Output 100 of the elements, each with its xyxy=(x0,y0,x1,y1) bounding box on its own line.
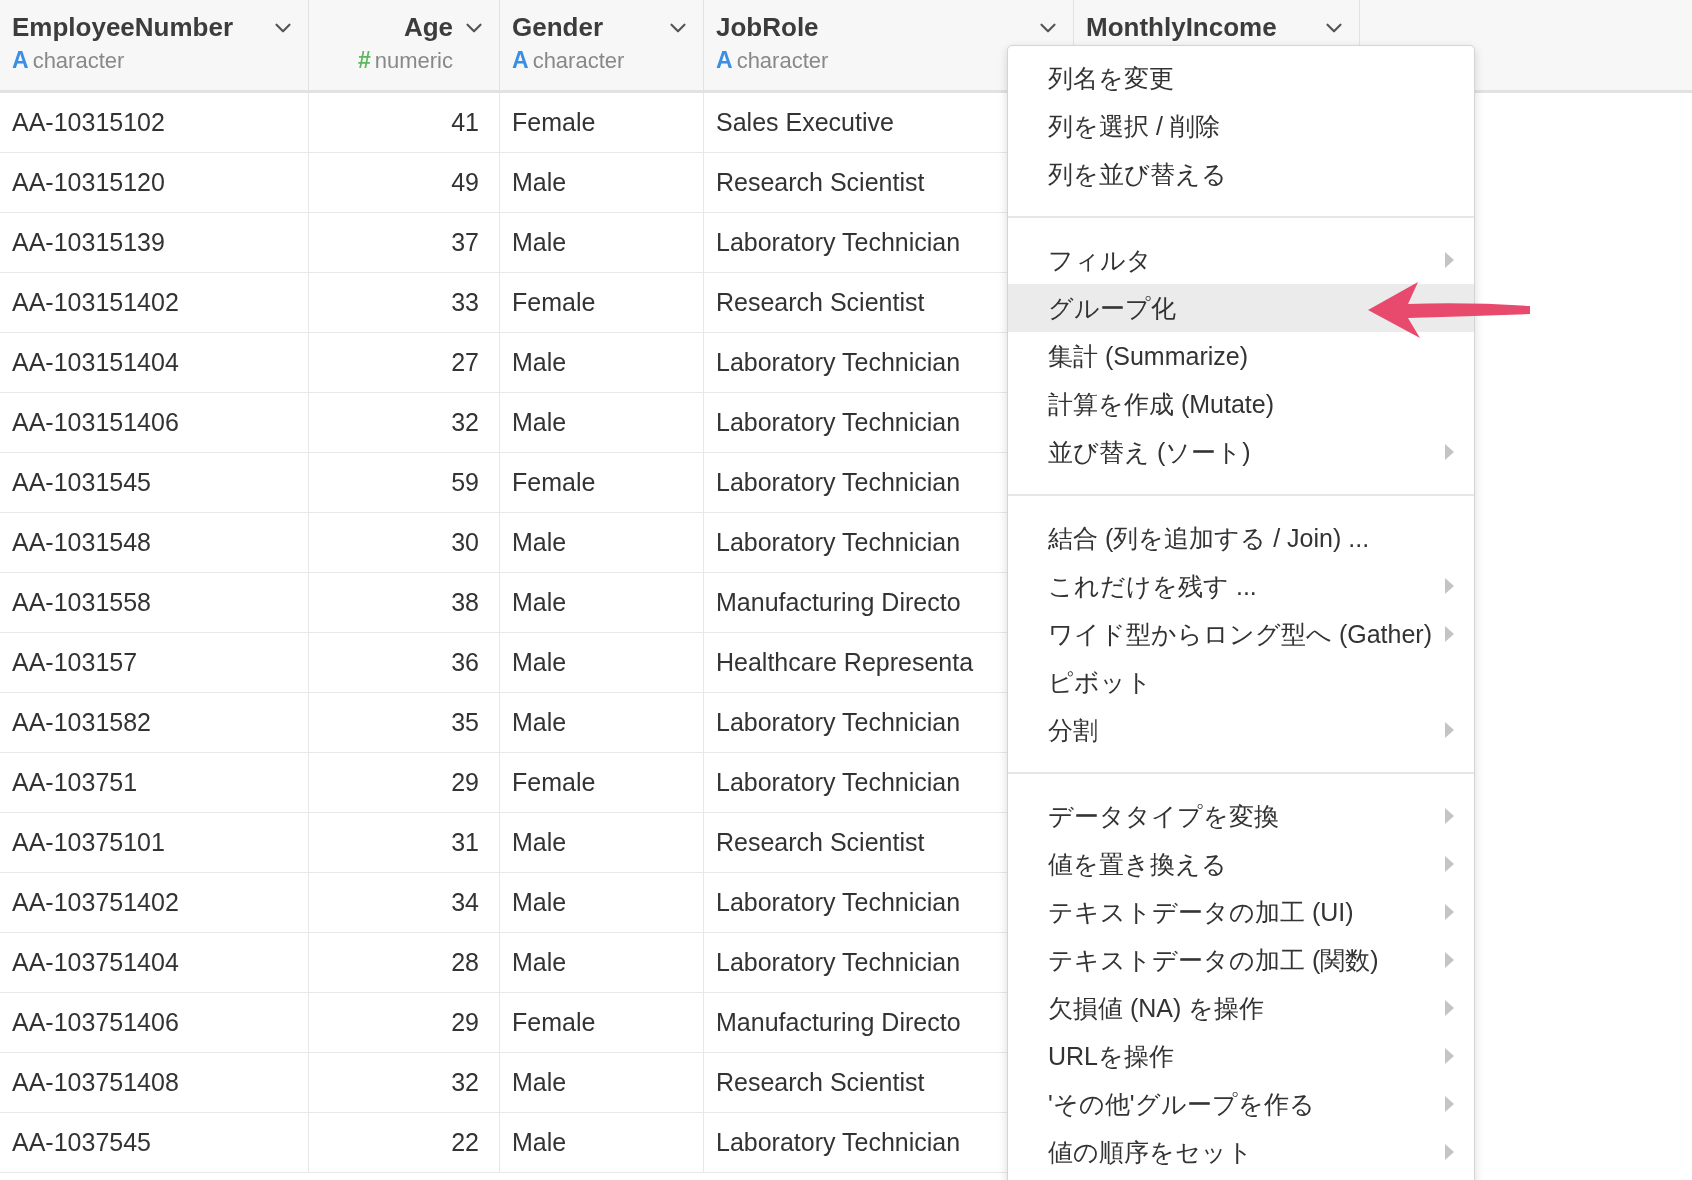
table-cell: AA-10315102 xyxy=(0,93,309,153)
table-cell: Male xyxy=(500,813,704,873)
submenu-arrow-icon xyxy=(1445,1096,1454,1112)
table-cell: Male xyxy=(500,393,704,453)
submenu-arrow-icon xyxy=(1445,1144,1454,1160)
table-cell: AA-1037545 xyxy=(0,1113,309,1173)
table-cell: Male xyxy=(500,573,704,633)
table-cell: 31 xyxy=(309,813,500,873)
table-cell: 41 xyxy=(309,93,500,153)
table-cell: 22 xyxy=(309,1113,500,1173)
table-cell: Male xyxy=(500,933,704,993)
menu-item[interactable]: 列を並び替える xyxy=(1008,150,1474,198)
table-cell: 33 xyxy=(309,273,500,333)
menu-item[interactable]: フィルタ xyxy=(1008,236,1474,284)
table-cell: 36 xyxy=(309,633,500,693)
column-type: character xyxy=(532,48,625,74)
table-cell: 37 xyxy=(309,213,500,273)
table-cell: 29 xyxy=(309,753,500,813)
table-cell: Male xyxy=(500,873,704,933)
table-cell: AA-103751404 xyxy=(0,933,309,993)
column-header[interactable]: Gender xyxy=(512,12,657,43)
menu-item[interactable]: これだけを残す ... xyxy=(1008,562,1474,610)
table-cell: 29 xyxy=(309,993,500,1053)
table-cell: Male xyxy=(500,693,704,753)
table-cell: 27 xyxy=(309,333,500,393)
table-cell: Female xyxy=(500,453,704,513)
table-cell: AA-1031548 xyxy=(0,513,309,573)
column-header[interactable]: JobRole xyxy=(716,12,1027,43)
table-cell: AA-103151402 xyxy=(0,273,309,333)
table-cell: 30 xyxy=(309,513,500,573)
table-cell: AA-1031558 xyxy=(0,573,309,633)
table-cell: 34 xyxy=(309,873,500,933)
table-cell: 28 xyxy=(309,933,500,993)
type-icon: A xyxy=(12,47,29,74)
table-cell: AA-103151404 xyxy=(0,333,309,393)
table-cell: AA-103751402 xyxy=(0,873,309,933)
type-icon: A xyxy=(716,47,733,74)
table-cell: Male xyxy=(500,213,704,273)
column-type: numeric xyxy=(374,48,453,74)
column-type: character xyxy=(32,48,125,74)
submenu-arrow-icon xyxy=(1445,444,1454,460)
menu-item[interactable]: 並び替え (ソート) xyxy=(1008,428,1474,476)
menu-item[interactable]: テキストデータの加工 (UI) xyxy=(1008,888,1474,936)
menu-item[interactable]: 'その他'グループを作る xyxy=(1008,1080,1474,1128)
column-header[interactable]: MonthlyIncome xyxy=(1086,12,1313,43)
menu-item[interactable]: 計算を作成 (Mutate) xyxy=(1008,380,1474,428)
menu-item[interactable]: ピボット xyxy=(1008,658,1474,706)
submenu-arrow-icon xyxy=(1445,904,1454,920)
table-cell: Female xyxy=(500,993,704,1053)
submenu-arrow-icon xyxy=(1445,578,1454,594)
table-cell: Male xyxy=(500,153,704,213)
table-cell: AA-10315139 xyxy=(0,213,309,273)
menu-item[interactable]: 集計 (Summarize) xyxy=(1008,332,1474,380)
column-header[interactable]: EmployeeNumber xyxy=(12,12,262,43)
table-cell: AA-1031582 xyxy=(0,693,309,753)
table-cell: AA-103151406 xyxy=(0,393,309,453)
menu-item[interactable]: グループ化 xyxy=(1008,284,1474,332)
submenu-arrow-icon xyxy=(1445,856,1454,872)
table-cell: AA-103157 xyxy=(0,633,309,693)
table-cell: 35 xyxy=(309,693,500,753)
submenu-arrow-icon xyxy=(1445,952,1454,968)
table-cell: Male xyxy=(500,1053,704,1113)
menu-item[interactable]: 列名を変更 xyxy=(1008,54,1474,102)
submenu-arrow-icon xyxy=(1445,1000,1454,1016)
table-cell: Male xyxy=(500,333,704,393)
menu-item[interactable]: 値を置き換える xyxy=(1008,840,1474,888)
menu-item[interactable]: ワイド型からロング型へ (Gather) xyxy=(1008,610,1474,658)
table-cell: Female xyxy=(500,273,704,333)
menu-item[interactable]: 分割 xyxy=(1008,706,1474,754)
table-cell: AA-103751 xyxy=(0,753,309,813)
column-type: character xyxy=(736,48,829,74)
table-cell: 32 xyxy=(309,393,500,453)
submenu-arrow-icon xyxy=(1445,1048,1454,1064)
submenu-arrow-icon xyxy=(1445,808,1454,824)
menu-item[interactable]: 列を選択 / 削除 xyxy=(1008,102,1474,150)
table-cell: 49 xyxy=(309,153,500,213)
type-icon: # xyxy=(357,47,371,74)
table-cell: Male xyxy=(500,1113,704,1173)
table-cell: AA-10315120 xyxy=(0,153,309,213)
menu-item[interactable]: 結合 (列を追加する / Join) ... xyxy=(1008,514,1474,562)
menu-item[interactable]: 値の順序をセット xyxy=(1008,1128,1474,1176)
submenu-arrow-icon xyxy=(1445,252,1454,268)
type-icon: A xyxy=(512,47,529,74)
table-cell: AA-103751408 xyxy=(0,1053,309,1113)
table-cell: AA-10375101 xyxy=(0,813,309,873)
table-cell: 32 xyxy=(309,1053,500,1113)
table-cell: AA-103751406 xyxy=(0,993,309,1053)
table-cell: Female xyxy=(500,753,704,813)
menu-item[interactable]: 欠損値 (NA) を操作 xyxy=(1008,984,1474,1032)
menu-item[interactable]: データタイプを変換 xyxy=(1008,792,1474,840)
column-header[interactable]: Age xyxy=(321,12,453,43)
menu-item[interactable]: テキストデータの加工 (関数) xyxy=(1008,936,1474,984)
submenu-arrow-icon xyxy=(1445,722,1454,738)
menu-item[interactable]: URLを操作 xyxy=(1008,1032,1474,1080)
submenu-arrow-icon xyxy=(1445,626,1454,642)
table-cell: 59 xyxy=(309,453,500,513)
table-cell: Male xyxy=(500,633,704,693)
table-cell: AA-1031545 xyxy=(0,453,309,513)
table-cell: Female xyxy=(500,93,704,153)
table-cell: Male xyxy=(500,513,704,573)
